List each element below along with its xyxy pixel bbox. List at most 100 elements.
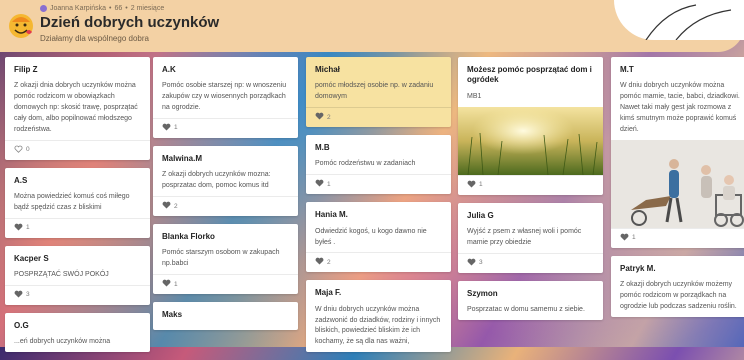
- post-footer: 1: [5, 217, 150, 238]
- post-title: Filip Z: [14, 65, 38, 74]
- like-count: 3: [479, 259, 483, 267]
- post-title: Michał: [315, 65, 340, 74]
- post-footer: 3: [5, 284, 150, 305]
- like-heart-icon[interactable]: [162, 201, 171, 211]
- post-body: Blanka Florko Pomóc starszym osobom w zak…: [153, 224, 298, 274]
- post-title: M.T: [620, 65, 634, 74]
- post-text: Z okazji dobrych uczynków możemy pomóc r…: [620, 281, 737, 310]
- post-text: Z okazji dobrych uczynków mozna: posprza…: [162, 171, 271, 190]
- like-heart-icon[interactable]: [315, 257, 324, 267]
- post-card[interactable]: Możesz pomóc posprzątać dom i ogródek MB1…: [458, 57, 603, 195]
- post-title: Hania M.: [315, 210, 348, 220]
- post-card[interactable]: Szymon Posprzatac w domu samemu z siebie.: [458, 280, 603, 320]
- like-count: 2: [327, 258, 331, 266]
- board-column: A.K Pomóc osobie starszej np: w wnoszeniu…: [153, 57, 298, 338]
- post-text: POSPRZĄTAĆ SWÓJ POKÓJ: [14, 271, 109, 279]
- post-body: Kacper S POSPRZĄTAĆ SWÓJ POKÓJ: [5, 246, 150, 285]
- post-body: Hania M. Odwiedzić kogoś, u kogo dawno ni…: [306, 202, 451, 252]
- post-body: Możesz pomóc posprzątać dom i ogródek MB1: [458, 57, 603, 107]
- post-body: Szymon Posprzatac w domu samemu z siebie.: [458, 281, 603, 320]
- smiley-logo-icon: [9, 14, 33, 38]
- like-count: 1: [174, 280, 178, 288]
- post-body: M.T W dniu dobrych uczynków można pomóc m…: [611, 57, 744, 140]
- like-heart-icon[interactable]: [315, 179, 324, 189]
- post-title: A.S: [14, 175, 28, 185]
- post-body: Maks: [153, 302, 298, 330]
- post-text: Z okazji dnia dobrych uczynków można pom…: [14, 82, 138, 133]
- elderly-care-image: [611, 139, 744, 228]
- like-heart-icon[interactable]: [14, 290, 23, 300]
- post-title: Kacper S: [14, 253, 49, 263]
- post-text: MB1: [467, 92, 482, 100]
- post-card[interactable]: M.B Pomóc rodzeństwu w zadaniach 1: [306, 135, 451, 195]
- post-title: Patryk M.: [620, 263, 656, 273]
- post-card[interactable]: Kacper S POSPRZĄTAĆ SWÓJ POKÓJ 3: [5, 245, 150, 305]
- post-body: Michał pomóc młodszej osobie np. w zadani…: [306, 57, 451, 107]
- post-title: M.B: [315, 143, 330, 153]
- post-title: Szymon: [467, 288, 498, 298]
- post-card[interactable]: Patryk M. Z okazji dobrych uczynków możem…: [611, 255, 744, 317]
- post-footer: 1: [153, 274, 298, 294]
- post-card[interactable]: O.G ...eń dobrych uczynków można: [5, 312, 150, 353]
- post-text: Pomóc rodzeństwu w zadaniach: [315, 160, 416, 168]
- like-heart-icon[interactable]: [620, 233, 629, 243]
- like-heart-icon[interactable]: [14, 223, 23, 233]
- wheat-field-image: [458, 106, 603, 175]
- post-footer: 0: [5, 139, 150, 160]
- post-title: A.K: [162, 65, 176, 74]
- post-footer: 1: [153, 117, 298, 138]
- post-title: Maja F.: [315, 288, 342, 298]
- post-body: Filip Z Z okazji dnia dobrych uczynków mo…: [5, 57, 150, 140]
- post-title: Julia G: [467, 210, 494, 220]
- like-heart-icon[interactable]: [162, 123, 171, 133]
- like-count: 0: [26, 146, 30, 154]
- post-body: Patryk M. Z okazji dobrych uczynków możem…: [611, 256, 744, 317]
- post-text: W dniu dobrych uczynków można pomóc mami…: [620, 82, 740, 133]
- board-title: Dzień dobrych uczynków: [40, 14, 220, 31]
- like-count: 2: [174, 202, 178, 210]
- points-count: 66: [114, 5, 123, 12]
- like-count: 1: [26, 224, 30, 232]
- hands-art-icon: [645, 4, 732, 40]
- post-card[interactable]: A.S Można powiedzieć komuś coś miłego bąd…: [5, 167, 150, 238]
- post-footer: 2: [306, 107, 451, 127]
- author-name[interactable]: Joanna Karpińska: [50, 5, 106, 12]
- post-text: Pomóc osobie starszej np: w wnoszeniu za…: [162, 82, 287, 112]
- post-card[interactable]: Malwina.M Z okazji dobrych uczynków mozna…: [153, 145, 298, 216]
- post-text: Wyjść z psem z własnej woli i pomóc mami…: [467, 228, 582, 246]
- post-footer: 2: [153, 196, 298, 216]
- post-footer: 1: [306, 174, 451, 194]
- post-card[interactable]: A.K Pomóc osobie starszej np: w wnoszeniu…: [153, 57, 298, 138]
- post-card[interactable]: Michał pomóc młodszej osobie np. w zadani…: [306, 57, 451, 128]
- post-title: O.G: [14, 320, 29, 330]
- post-title: Maks: [162, 310, 183, 320]
- post-body: M.B Pomóc rodzeństwu w zadaniach: [306, 135, 451, 174]
- post-card[interactable]: Blanka Florko Pomóc starszym osobom w zak…: [153, 224, 298, 295]
- board-column: Możesz pomóc posprzątać dom i ogródek MB1…: [458, 57, 603, 328]
- like-count: 1: [174, 124, 178, 132]
- post-title: Możesz pomóc posprzątać dom i ogródek: [467, 65, 592, 85]
- post-body: Malwina.M Z okazji dobrych uczynków mozna…: [153, 146, 298, 196]
- post-body: Julia G Wyjść z psem z własnej woli i pom…: [458, 203, 603, 253]
- post-card[interactable]: Filip Z Z okazji dnia dobrych uczynków mo…: [5, 57, 150, 160]
- post-body: A.K Pomóc osobie starszej np: w wnoszeniu…: [153, 57, 298, 118]
- post-card[interactable]: Maks: [153, 302, 298, 331]
- like-count: 1: [479, 181, 483, 189]
- like-heart-icon[interactable]: [162, 279, 171, 289]
- post-text: Można powiedzieć komuś coś miłego bądź s…: [14, 193, 130, 211]
- post-text: Pomóc starszym osobom w zakupach np.babc…: [162, 249, 280, 268]
- like-heart-icon[interactable]: [14, 145, 23, 155]
- board-column: Michał pomóc młodszej osobie np. w zadani…: [306, 57, 451, 360]
- like-heart-icon[interactable]: [467, 180, 476, 190]
- board-subtitle: Działamy dla wspólnego dobra: [40, 34, 149, 43]
- post-card[interactable]: Maja F. W dniu dobrych uczynków można zad…: [306, 280, 451, 353]
- post-footer: 2: [306, 252, 451, 272]
- post-footer: 1: [611, 227, 744, 248]
- post-card[interactable]: Hania M. Odwiedzić kogoś, u kogo dawno ni…: [306, 202, 451, 273]
- like-count: 1: [632, 234, 636, 242]
- post-card[interactable]: Julia G Wyjść z psem z własnej woli i pom…: [458, 202, 603, 273]
- post-body: A.S Można powiedzieć komuś coś miłego bąd…: [5, 168, 150, 218]
- like-heart-icon[interactable]: [467, 258, 476, 268]
- like-heart-icon[interactable]: [315, 112, 324, 122]
- post-card[interactable]: M.T W dniu dobrych uczynków można pomóc m…: [611, 57, 744, 248]
